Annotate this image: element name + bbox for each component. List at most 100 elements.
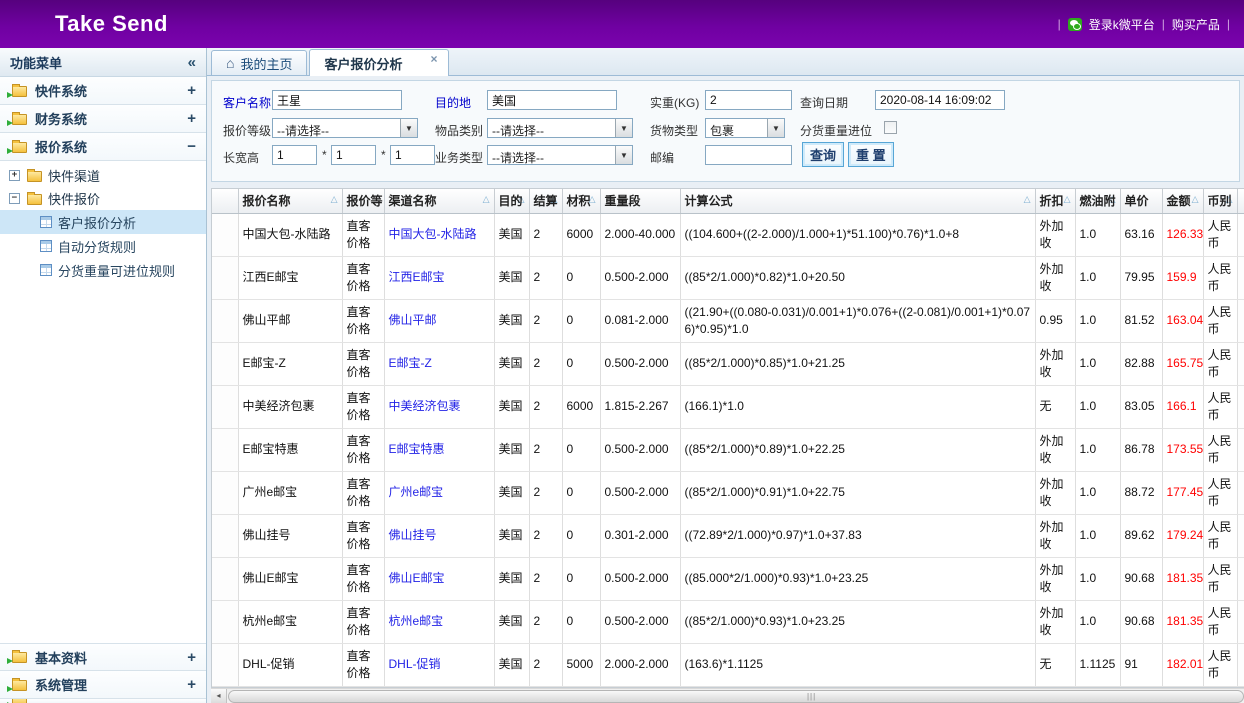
cell-fuel: 1.0 [1075,600,1120,643]
column-header-dest[interactable]: △目的 [494,189,529,213]
column-header-discount[interactable]: △折扣 [1035,189,1075,213]
tab-label: 客户报价分析 [324,54,402,73]
cell-dest: 美国 [494,342,529,385]
channel-link[interactable]: 江西E邮宝 [389,270,445,284]
search-button[interactable]: 查询 [802,142,844,167]
cell-settle: 2 [529,600,562,643]
buy-product-link[interactable]: 购买产品 [1172,16,1220,33]
quote-grade-select[interactable]: --请选择-- ▼ [272,118,418,138]
scrollbar-thumb[interactable]: ||| [228,690,1244,703]
cell-discount: 外加收 [1035,471,1075,514]
cell-channel: E邮宝特惠 [384,428,494,471]
destination-label: 目的地 [435,94,471,111]
cell-weight: 0.500-2.000 [600,428,680,471]
height-input[interactable] [390,145,435,165]
tab-home[interactable]: ⌂ 我的主页 [211,50,307,75]
table-row: 佛山挂号直客价格佛山挂号美国200.301-2.000((72.89*2/1.0… [212,514,1244,557]
cell-fuel: 1.0 [1075,557,1120,600]
close-tab-icon[interactable]: × [431,52,438,66]
dropdown-arrow-icon: ▼ [400,119,417,137]
channel-link[interactable]: E邮宝-Z [389,356,432,370]
column-header-amount[interactable]: △金额 [1162,189,1203,213]
sidebar-item-auto-split-rules[interactable]: 自动分货规则 [0,234,206,258]
channel-link[interactable]: E邮宝特惠 [389,442,445,456]
horizontal-scrollbar[interactable]: ◂ ||| [211,688,1244,703]
business-type-select[interactable]: --请选择-- ▼ [487,145,633,165]
sidebar-section-express-system[interactable]: 快件系统 + [0,77,206,105]
column-header-formula[interactable]: △计算公式 [680,189,1035,213]
cargo-type-select[interactable]: 包裹 ▼ [705,118,785,138]
cell-sel [212,299,238,342]
sidebar-section-partial [0,699,206,703]
tab-customer-quote-analysis[interactable]: 客户报价分析 × [309,49,448,76]
zip-label: 邮编 [650,149,674,166]
expand-icon[interactable]: + [187,110,196,127]
sidebar-section-system-management[interactable]: 系统管理 + [0,671,206,699]
channel-link[interactable]: 杭州e邮宝 [389,614,444,628]
item-type-select[interactable]: --请选择-- ▼ [487,118,633,138]
scroll-left-arrow[interactable]: ◂ [211,689,227,703]
column-header-name[interactable]: △报价名称 [238,189,342,213]
collapse-box-icon[interactable]: − [9,193,20,204]
cell-dest: 美国 [494,557,529,600]
channel-link[interactable]: 中国大包-水陆路 [389,227,477,241]
channel-link[interactable]: 佛山E邮宝 [389,571,445,585]
reset-button[interactable]: 重 置 [848,142,894,167]
cell-cut [1237,299,1244,342]
length-input[interactable] [272,145,317,165]
collapse-icon[interactable]: − [187,138,196,155]
query-date-input[interactable] [875,90,1005,110]
carry-checkbox[interactable] [884,121,897,134]
expand-icon[interactable]: + [187,676,196,693]
zip-input[interactable] [705,145,792,165]
cell-weight: 2.000-2.000 [600,643,680,686]
cell-name: E邮宝特惠 [238,428,342,471]
cell-volume: 0 [562,557,600,600]
cell-formula: ((85*2/1.000)*0.91)*1.0+22.75 [680,471,1035,514]
sidebar-item-split-weight-carry-rules[interactable]: 分货重量可进位规则 [0,258,206,282]
quote-result-table: △报价名称报价等△渠道名称△目的△结算△材积重量段△计算公式△折扣△燃油附单价△… [212,189,1244,687]
sidebar-section-basic-data[interactable]: 基本资料 + [0,643,206,671]
folder-icon [10,650,28,664]
expand-box-icon[interactable]: + [9,170,20,181]
cell-discount: 外加收 [1035,256,1075,299]
cell-sel [212,600,238,643]
cell-name: DHL-促销 [238,643,342,686]
tree-node-express-quote[interactable]: − 快件报价 [0,187,206,210]
collapse-sidebar-button[interactable]: « [188,54,196,71]
cell-volume: 0 [562,600,600,643]
channel-link[interactable]: 佛山挂号 [389,528,437,542]
cell-unit: 90.68 [1120,557,1162,600]
column-header-channel[interactable]: △渠道名称 [384,189,494,213]
destination-input[interactable] [487,90,617,110]
weight-input[interactable] [705,90,792,110]
cell-amount: 173.55 [1162,428,1203,471]
cell-amount: 165.75 [1162,342,1203,385]
column-header-currency[interactable]: △币别 [1203,189,1237,213]
expand-icon[interactable]: + [187,82,196,99]
cell-sel [212,213,238,256]
expand-icon[interactable]: + [187,649,196,666]
weight-label: 实重(KG) [650,94,699,111]
cell-currency: 人民币 [1203,428,1237,471]
width-input[interactable] [331,145,376,165]
sidebar-section-quote-system[interactable]: 报价系统 − [0,133,206,161]
cell-volume: 6000 [562,213,600,256]
login-kwei-link[interactable]: 登录k微平台 [1089,16,1155,33]
customer-name-input[interactable] [272,90,402,110]
cell-fuel: 1.0 [1075,256,1120,299]
channel-link[interactable]: 中美经济包裹 [389,399,461,413]
column-header-volume[interactable]: △材积 [562,189,600,213]
channel-link[interactable]: 佛山平邮 [389,313,437,327]
channel-link[interactable]: DHL-促销 [389,657,441,671]
cell-amount: 126.33 [1162,213,1203,256]
channel-link[interactable]: 广州e邮宝 [389,485,444,499]
sidebar-section-finance-system[interactable]: 财务系统 + [0,105,206,133]
tree-node-express-channel[interactable]: + 快件渠道 [0,164,206,187]
column-header-fuel[interactable]: △燃油附 [1075,189,1120,213]
column-header-unit: 单价 [1120,189,1162,213]
cell-settle: 2 [529,385,562,428]
dropdown-arrow-icon: ▼ [767,119,784,137]
sidebar-item-customer-quote-analysis[interactable]: 客户报价分析 [0,210,206,234]
column-header-settle[interactable]: △结算 [529,189,562,213]
